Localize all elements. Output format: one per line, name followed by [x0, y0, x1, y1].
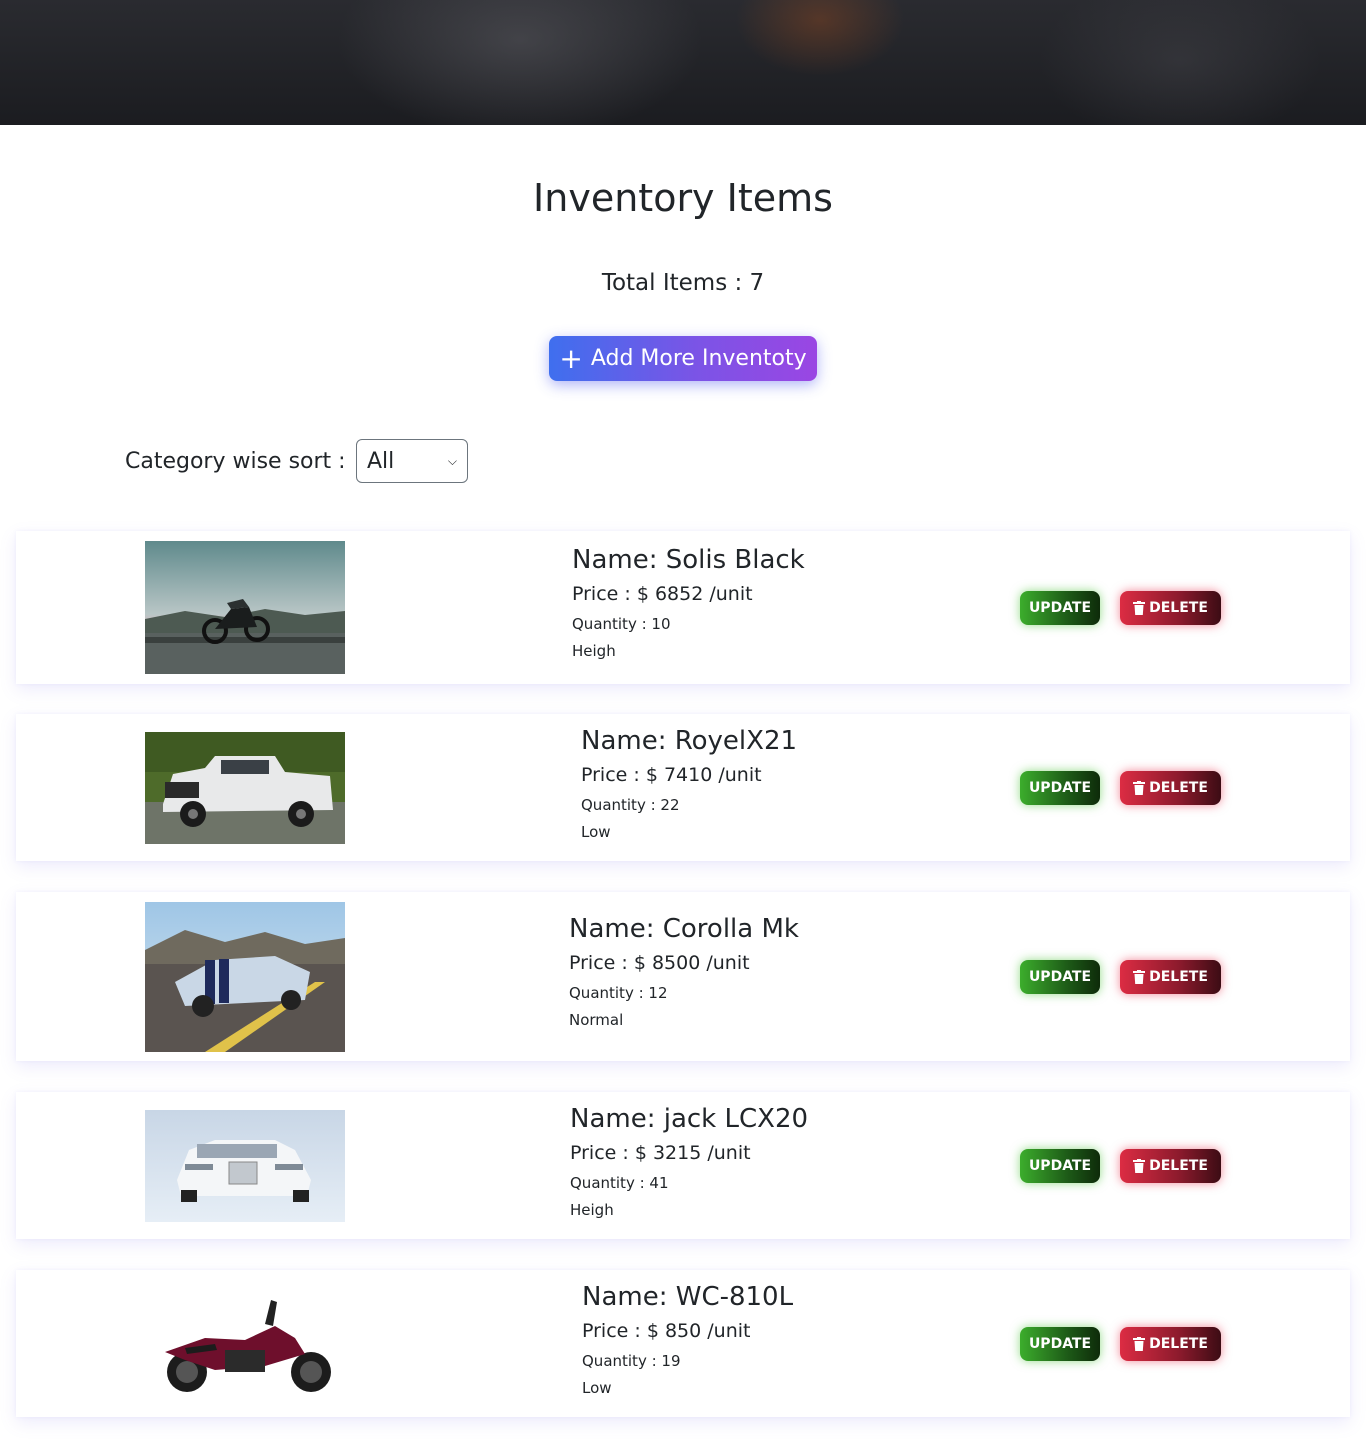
- page-title: Inventory Items: [533, 176, 833, 220]
- update-button[interactable]: UPDATE: [1020, 960, 1100, 994]
- item-price: Price : $ 3215 /unit: [570, 1142, 751, 1164]
- trash-icon: [1133, 781, 1146, 795]
- trash-icon: [1133, 970, 1146, 984]
- item-quantity: Quantity : 19: [582, 1352, 681, 1370]
- trash-icon: [1133, 601, 1146, 615]
- item-level: Low: [581, 823, 611, 841]
- plus-icon: +: [559, 341, 583, 375]
- item-price: Price : $ 8500 /unit: [569, 952, 750, 974]
- cruiser-motorcycle-photo: [145, 1288, 345, 1400]
- pickup-truck-photo: [145, 732, 345, 844]
- item-quantity: Quantity : 41: [570, 1174, 669, 1192]
- update-button[interactable]: UPDATE: [1020, 771, 1100, 805]
- item-name: Name: Corolla Mk: [569, 914, 799, 944]
- update-button[interactable]: UPDATE: [1020, 1149, 1100, 1183]
- delete-button[interactable]: DELETE: [1120, 960, 1221, 994]
- add-inventory-label: Add More Inventoty: [590, 346, 807, 371]
- delete-label: DELETE: [1149, 600, 1208, 616]
- category-sort-select[interactable]: All ⌵: [356, 439, 468, 483]
- trash-icon: [1133, 1337, 1146, 1351]
- delete-button[interactable]: DELETE: [1120, 1149, 1221, 1183]
- update-button[interactable]: UPDATE: [1020, 1327, 1100, 1361]
- hero-banner: [0, 0, 1366, 125]
- item-info: Name: Corolla Mk Price : $ 8500 /unit Qu…: [569, 914, 799, 1029]
- sort-selected-value: All: [367, 448, 395, 474]
- delete-button[interactable]: DELETE: [1120, 771, 1221, 805]
- item-level: Low: [582, 1379, 612, 1397]
- item-info: Name: WC-810L Price : $ 850 /unit Quanti…: [582, 1282, 793, 1397]
- item-name: Name: jack LCX20: [570, 1104, 809, 1134]
- inventory-card: Name: jack LCX20 Price : $ 3215 /unit Qu…: [16, 1092, 1350, 1239]
- item-quantity: Quantity : 12: [569, 984, 668, 1002]
- luxury-sedan-photo: [145, 1110, 345, 1222]
- trash-icon: [1133, 1159, 1146, 1173]
- inventory-card: Name: WC-810L Price : $ 850 /unit Quanti…: [16, 1270, 1350, 1417]
- inventory-card: Name: RoyelX21 Price : $ 7410 /unit Quan…: [16, 714, 1350, 861]
- delete-button[interactable]: DELETE: [1120, 1327, 1221, 1361]
- item-name: Name: WC-810L: [582, 1282, 794, 1312]
- item-info: Name: jack LCX20 Price : $ 3215 /unit Qu…: [570, 1104, 808, 1219]
- item-level: Normal: [569, 1011, 624, 1029]
- sort-label: Category wise sort :: [125, 449, 346, 474]
- item-price: Price : $ 850 /unit: [582, 1320, 751, 1342]
- item-quantity: Quantity : 22: [581, 796, 680, 814]
- motorcycle-photo: [145, 541, 345, 674]
- add-inventory-button[interactable]: + Add More Inventoty: [549, 336, 817, 381]
- delete-label: DELETE: [1149, 1336, 1208, 1352]
- item-price: Price : $ 6852 /unit: [572, 583, 753, 605]
- item-info: Name: RoyelX21 Price : $ 7410 /unit Quan…: [581, 726, 797, 841]
- delete-label: DELETE: [1149, 780, 1208, 796]
- item-name: Name: RoyelX21: [581, 726, 798, 756]
- delete-label: DELETE: [1149, 969, 1208, 985]
- inventory-card: Name: Solis Black Price : $ 6852 /unit Q…: [16, 531, 1350, 684]
- item-info: Name: Solis Black Price : $ 6852 /unit Q…: [572, 545, 805, 660]
- inventory-card: Name: Corolla Mk Price : $ 8500 /unit Qu…: [16, 892, 1350, 1061]
- total-items: Total Items : 7: [601, 270, 765, 296]
- item-quantity: Quantity : 10: [572, 615, 671, 633]
- update-button[interactable]: UPDATE: [1020, 591, 1100, 625]
- item-level: Heigh: [570, 1201, 614, 1219]
- chevron-down-icon: ⌵: [447, 453, 457, 468]
- item-level: Heigh: [572, 642, 616, 660]
- sports-car-photo: [145, 902, 345, 1052]
- delete-button[interactable]: DELETE: [1120, 591, 1221, 625]
- delete-label: DELETE: [1149, 1158, 1208, 1174]
- item-name: Name: Solis Black: [572, 545, 805, 575]
- item-price: Price : $ 7410 /unit: [581, 764, 762, 786]
